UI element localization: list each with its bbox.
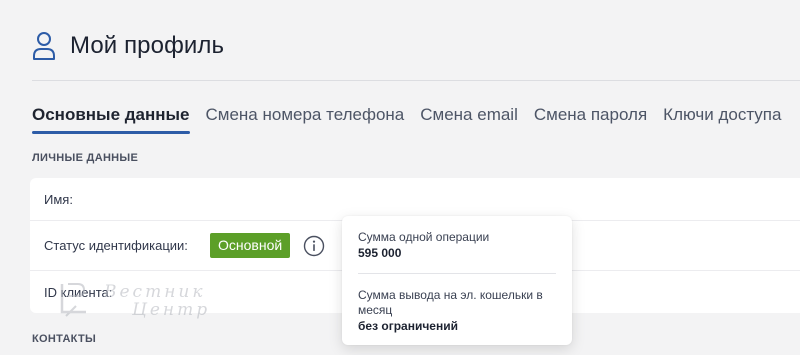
tab-change-password[interactable]: Смена пароля <box>534 104 647 134</box>
watermark-line2: Центр <box>132 300 211 320</box>
tooltip-operation-value: 595 000 <box>358 246 402 260</box>
tab-change-email[interactable]: Смена email <box>420 104 518 134</box>
section-title-personal: ЛИЧНЫЕ ДАННЫЕ <box>32 152 139 164</box>
limits-tooltip: Сумма одной операции 595 000 Сумма вывод… <box>342 216 572 345</box>
name-row: Имя: <box>30 178 800 221</box>
status-label: Статус идентификации: <box>44 238 188 253</box>
tooltip-operation-label: Сумма одной операции <box>358 230 490 244</box>
name-label: Имя: <box>44 191 73 207</box>
tab-basic-data[interactable]: Основные данные <box>32 104 190 134</box>
watermark-logo-icon <box>60 283 86 317</box>
profile-page: Мой профиль Основные данные Смена номера… <box>0 0 800 355</box>
tab-change-phone[interactable]: Смена номера телефона <box>206 104 405 134</box>
tab-access-keys[interactable]: Ключи доступа <box>663 104 781 134</box>
status-badge: Основной <box>210 233 291 258</box>
page-header: Мой профиль <box>32 26 224 66</box>
user-icon <box>32 31 56 61</box>
header-divider <box>32 80 800 81</box>
tooltip-withdraw-label: Сумма вывода на эл. кошельки в месяц <box>358 288 543 317</box>
info-icon[interactable] <box>302 234 326 258</box>
tooltip-withdraw-value: без ограничений <box>358 319 458 333</box>
tooltip-divider <box>358 273 556 274</box>
section-title-contacts: КОНТАКТЫ <box>32 333 97 345</box>
profile-tabs: Основные данные Смена номера телефона См… <box>32 104 797 134</box>
page-title: Мой профиль <box>70 32 225 59</box>
watermark-line1: Вестник <box>104 282 206 302</box>
